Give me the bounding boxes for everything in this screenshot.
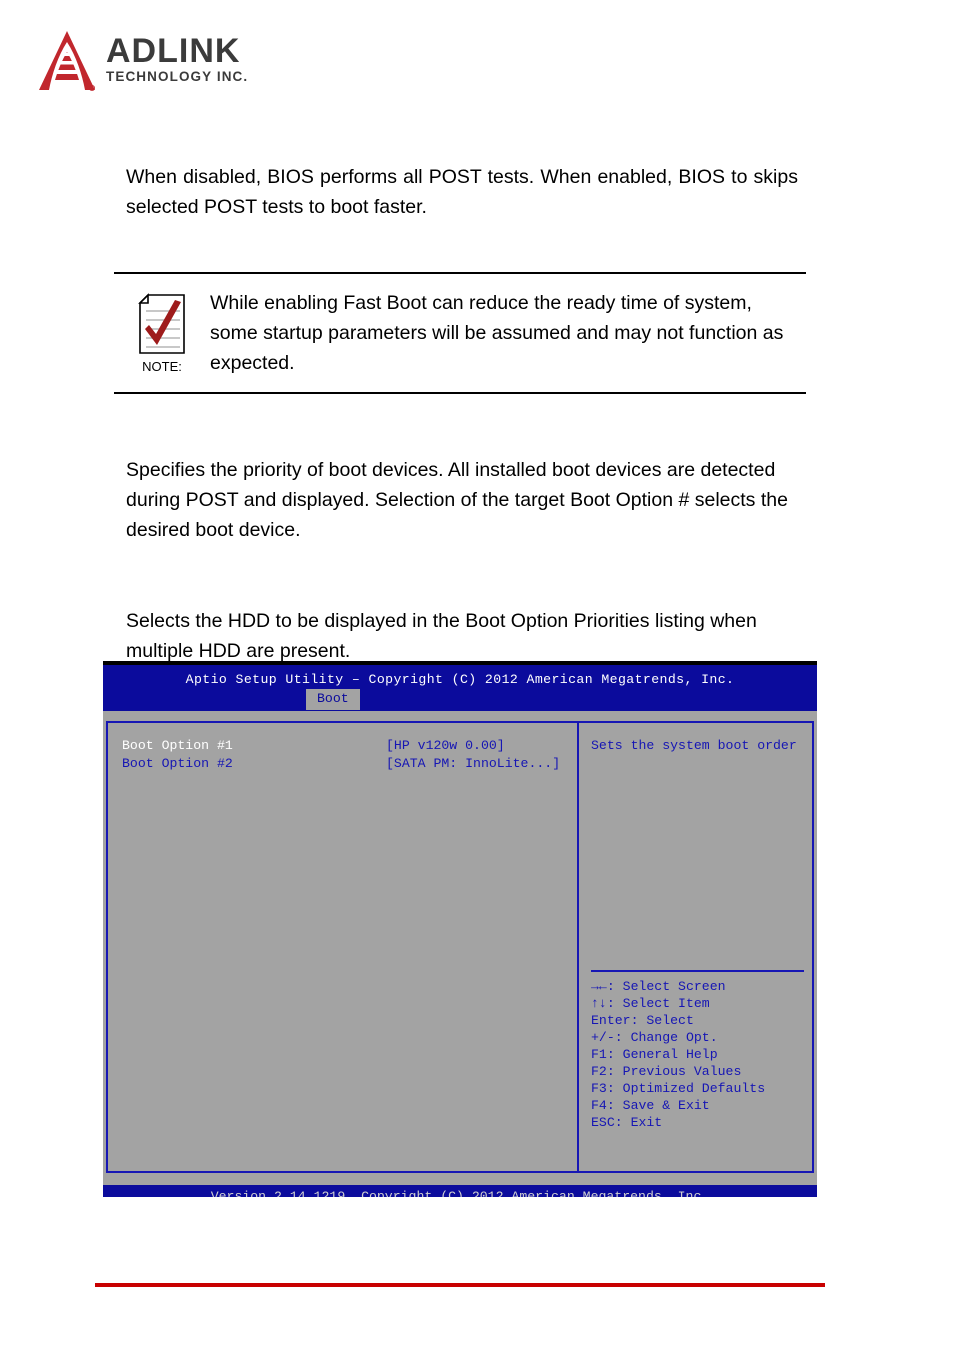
note-label: NOTE: — [142, 359, 182, 374]
nav-key-select-screen: →←: Select Screen — [591, 979, 726, 994]
boot-priority-description: Specifies the priority of boot devices. … — [126, 459, 788, 541]
bios-title-bar: Aptio Setup Utility – Copyright (C) 2012… — [103, 665, 817, 711]
nav-key-enter-select: Enter: Select — [591, 1013, 694, 1028]
bios-help-text: Sets the system boot order — [591, 738, 797, 753]
bios-main-area: Boot Option #1 [HP v120w 0.00] Boot Opti… — [103, 721, 817, 1173]
bios-help-panel: Sets the system boot order →←: Select Sc… — [578, 721, 814, 1173]
nav-key-optimized-defaults: F3: Optimized Defaults — [591, 1081, 766, 1096]
note-text: While enabling Fast Boot can reduce the … — [210, 292, 784, 374]
tab-boot[interactable]: Boot — [306, 689, 360, 710]
nav-key-previous-values: F2: Previous Values — [591, 1064, 742, 1079]
bios-options-panel: Boot Option #1 [HP v120w 0.00] Boot Opti… — [106, 721, 578, 1173]
bios-setup-screenshot: Aptio Setup Utility – Copyright (C) 2012… — [103, 661, 817, 1197]
brand-logo: R ADLINK TECHNOLOGY INC. — [38, 30, 248, 92]
nav-key-change-opt: +/-: Change Opt. — [591, 1030, 718, 1045]
boot-option-row-1[interactable]: Boot Option #1 [HP v120w 0.00] — [122, 737, 577, 755]
page-bottom-rule — [95, 1283, 825, 1287]
nav-key-save-exit: F4: Save & Exit — [591, 1098, 710, 1113]
note-icon-wrapper: NOTE: — [114, 288, 210, 374]
bios-tab-bar: Boot — [103, 689, 817, 710]
bios-nav-keys: →←: Select Screen ↑↓: Select Item Enter:… — [591, 978, 812, 1171]
bios-version-footer: Version 2.14.1219. Copyright (C) 2012 Am… — [103, 1185, 817, 1197]
fast-boot-description: When disabled, BIOS performs all POST te… — [126, 166, 798, 218]
nav-key-general-help: F1: General Help — [591, 1047, 718, 1062]
bios-footbar — [103, 1173, 817, 1185]
brand-name: ADLINK — [106, 32, 241, 70]
bios-subbar — [103, 711, 817, 721]
boot-option-1-label: Boot Option #1 — [122, 738, 233, 753]
brand-tagline: TECHNOLOGY INC. — [106, 69, 249, 84]
boot-option-2-value[interactable]: [SATA PM: InnoLite...] — [386, 755, 560, 773]
help-spacer — [591, 755, 812, 970]
bios-title: Aptio Setup Utility – Copyright (C) 2012… — [185, 672, 735, 687]
boot-option-row-2[interactable]: Boot Option #2 [SATA PM: InnoLite...] — [122, 755, 577, 773]
note-check-icon — [138, 293, 185, 354]
nav-key-esc-exit: ESC: Exit — [591, 1115, 663, 1130]
note-callout: NOTE: While enabling Fast Boot can reduc… — [114, 272, 806, 394]
adlink-triangle-icon: R — [39, 31, 96, 92]
nav-key-select-item: ↑↓: Select Item — [591, 996, 710, 1011]
nav-divider — [591, 970, 804, 972]
boot-option-2-label: Boot Option #2 — [122, 756, 233, 771]
hdd-description: Selects the HDD to be displayed in the B… — [126, 610, 757, 662]
boot-option-1-value[interactable]: [HP v120w 0.00] — [386, 737, 505, 755]
